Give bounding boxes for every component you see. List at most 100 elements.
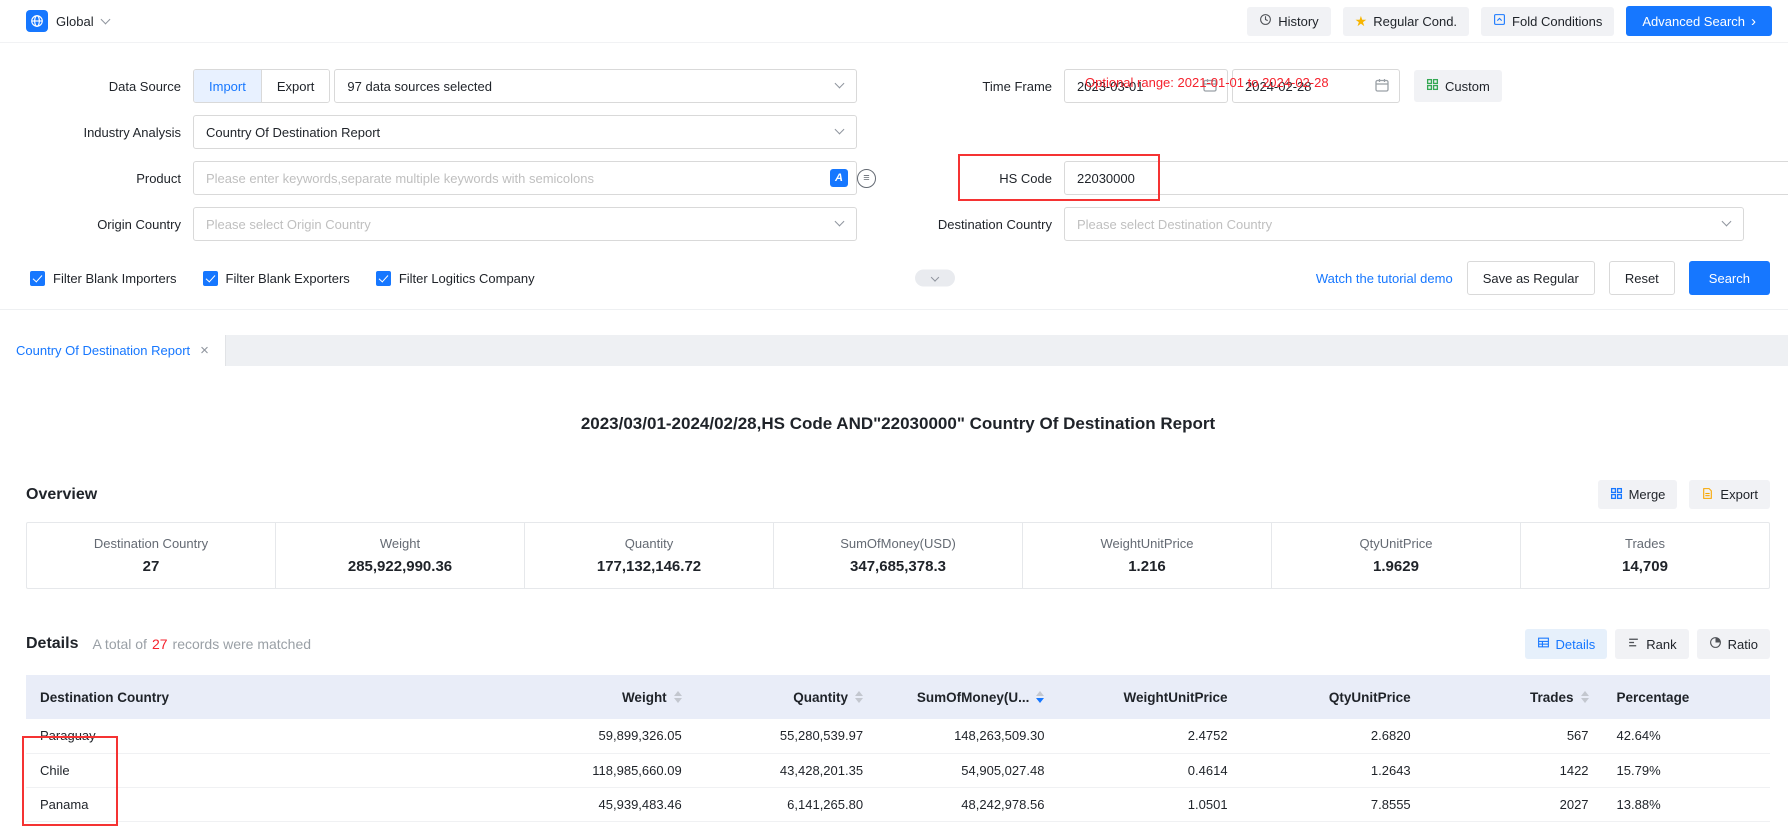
sort-icon[interactable] bbox=[855, 691, 863, 703]
table-icon bbox=[1537, 636, 1550, 652]
col-header-weight[interactable]: Weight bbox=[514, 675, 695, 719]
top-toolbar: Global History ★ Regular Cond. Fold Cond… bbox=[0, 0, 1788, 43]
sort-icon[interactable] bbox=[1581, 691, 1589, 703]
filter-blank-exporters-label: Filter Blank Exporters bbox=[226, 271, 350, 286]
fold-conditions-label: Fold Conditions bbox=[1512, 14, 1602, 29]
reset-button[interactable]: Reset bbox=[1609, 261, 1675, 295]
checkbox-checked-icon bbox=[30, 271, 45, 286]
hs-code-label: HS Code bbox=[999, 171, 1052, 186]
report-title: 2023/03/01-2024/02/28,HS Code AND"220300… bbox=[26, 414, 1770, 434]
col-header-trades[interactable]: Trades bbox=[1425, 675, 1603, 719]
origin-country-label: Origin Country bbox=[26, 217, 181, 232]
export-button[interactable]: Export bbox=[1689, 480, 1770, 509]
tab-country-of-destination-report[interactable]: Country Of Destination Report × bbox=[0, 335, 226, 366]
product-input[interactable] bbox=[193, 161, 857, 195]
filter-blank-exporters-checkbox[interactable]: Filter Blank Exporters bbox=[203, 271, 350, 286]
export-file-icon bbox=[1701, 487, 1714, 503]
chevron-down-icon bbox=[835, 217, 845, 227]
filters-row: Filter Blank Importers Filter Blank Expo… bbox=[26, 261, 1770, 295]
import-tab[interactable]: Import bbox=[194, 70, 261, 102]
table-row[interactable]: Chile 118,985,660.09 43,428,201.35 54,90… bbox=[26, 753, 1770, 787]
destination-country-select[interactable]: Please select Destination Country bbox=[1064, 207, 1744, 241]
industry-analysis-select[interactable]: Country Of Destination Report bbox=[193, 115, 857, 149]
view-rank-button[interactable]: Rank bbox=[1615, 629, 1688, 659]
filter-logistics-company-checkbox[interactable]: Filter Logitics Company bbox=[376, 271, 535, 286]
region-switcher[interactable]: Global bbox=[26, 10, 109, 32]
stat-weight-unit-price: WeightUnitPrice 1.216 bbox=[1022, 523, 1271, 588]
tab-label: Country Of Destination Report bbox=[16, 343, 190, 358]
col-header-weight-unit-price: WeightUnitPrice bbox=[1058, 675, 1241, 719]
cell-weight: 45,939,483.46 bbox=[514, 787, 695, 821]
match-mode-icon[interactable]: ≡ bbox=[857, 169, 876, 188]
col-header-sum-of-money[interactable]: SumOfMoney(U... bbox=[877, 675, 1058, 719]
origin-country-select[interactable]: Please select Origin Country bbox=[193, 207, 857, 241]
cell-weight: 118,985,660.09 bbox=[514, 753, 695, 787]
chevron-down-icon bbox=[1722, 217, 1732, 227]
destination-country-label: Destination Country bbox=[857, 217, 1052, 232]
hs-code-input[interactable] bbox=[1064, 161, 1788, 195]
fold-conditions-button[interactable]: Fold Conditions bbox=[1481, 7, 1614, 36]
stat-trades: Trades 14,709 bbox=[1520, 523, 1769, 588]
view-rank-label: Rank bbox=[1646, 637, 1676, 652]
translate-icon[interactable]: A bbox=[830, 169, 848, 187]
time-frame-label: Time Frame bbox=[857, 79, 1052, 94]
checkbox-checked-icon bbox=[203, 271, 218, 286]
filter-blank-importers-checkbox[interactable]: Filter Blank Importers bbox=[30, 271, 177, 286]
cell-sum-of-money: 148,263,509.30 bbox=[877, 719, 1058, 753]
cell-country: Panama bbox=[26, 787, 514, 821]
cell-weight-unit-price: 1.0501 bbox=[1058, 787, 1241, 821]
custom-range-button[interactable]: Custom bbox=[1414, 70, 1502, 102]
topbar-actions: History ★ Regular Cond. Fold Conditions … bbox=[1247, 6, 1772, 36]
merge-label: Merge bbox=[1629, 487, 1666, 502]
search-button[interactable]: Search bbox=[1689, 261, 1770, 295]
product-label: Product bbox=[26, 171, 181, 186]
table-header-row: Destination Country Weight Quantity SumO… bbox=[26, 675, 1770, 719]
cell-percentage: 15.79% bbox=[1603, 753, 1770, 787]
regular-cond-button[interactable]: ★ Regular Cond. bbox=[1343, 7, 1469, 36]
col-header-destination-country: Destination Country bbox=[26, 675, 514, 719]
country-row: Origin Country Please select Origin Coun… bbox=[26, 207, 1770, 241]
chevron-right-icon: › bbox=[1751, 14, 1756, 29]
cell-weight: 59,899,326.05 bbox=[514, 719, 695, 753]
stat-destination-country: Destination Country 27 bbox=[27, 523, 275, 588]
sort-icon[interactable] bbox=[674, 691, 682, 703]
view-details-button[interactable]: Details bbox=[1525, 629, 1608, 659]
custom-label: Custom bbox=[1445, 79, 1490, 94]
close-icon[interactable]: × bbox=[200, 343, 209, 358]
star-icon: ★ bbox=[1355, 14, 1368, 28]
globe-icon bbox=[26, 10, 48, 32]
history-button[interactable]: History bbox=[1247, 7, 1330, 36]
collapse-form-button[interactable] bbox=[915, 270, 955, 287]
col-header-percentage: Percentage bbox=[1603, 675, 1770, 719]
sort-icon[interactable] bbox=[1036, 691, 1044, 703]
fold-icon bbox=[1493, 13, 1506, 29]
cell-quantity: 43,428,201.35 bbox=[696, 753, 877, 787]
cell-percentage: 13.88% bbox=[1603, 787, 1770, 821]
chevron-down-icon bbox=[835, 79, 845, 89]
report-tab-bar: Country Of Destination Report × bbox=[0, 335, 1788, 366]
save-as-regular-button[interactable]: Save as Regular bbox=[1467, 261, 1595, 295]
cell-qty-unit-price: 1.2643 bbox=[1242, 753, 1425, 787]
overview-stats-card: Destination Country 27 Weight 285,922,99… bbox=[26, 522, 1770, 589]
col-header-quantity[interactable]: Quantity bbox=[696, 675, 877, 719]
merge-button[interactable]: Merge bbox=[1598, 480, 1678, 509]
data-source-value: 97 data sources selected bbox=[347, 79, 492, 94]
view-ratio-button[interactable]: Ratio bbox=[1697, 629, 1770, 659]
cell-percentage: 42.64% bbox=[1603, 719, 1770, 753]
export-tab[interactable]: Export bbox=[261, 70, 330, 102]
grid-icon bbox=[1426, 78, 1439, 94]
region-label: Global bbox=[56, 14, 94, 29]
cell-quantity: 6,141,265.80 bbox=[696, 787, 877, 821]
tutorial-link[interactable]: Watch the tutorial demo bbox=[1316, 271, 1453, 286]
view-ratio-label: Ratio bbox=[1728, 637, 1758, 652]
origin-country-placeholder: Please select Origin Country bbox=[206, 217, 371, 232]
industry-analysis-row: Industry Analysis Country Of Destination… bbox=[26, 115, 1770, 149]
table-row[interactable]: Panama 45,939,483.46 6,141,265.80 48,242… bbox=[26, 787, 1770, 821]
table-row[interactable]: Paraguay 59,899,326.05 55,280,539.97 148… bbox=[26, 719, 1770, 753]
history-icon bbox=[1259, 13, 1272, 29]
rank-icon bbox=[1627, 636, 1640, 652]
data-source-select[interactable]: 97 data sources selected bbox=[334, 69, 857, 103]
match-summary: A total of27records were matched bbox=[92, 636, 311, 652]
export-label: Export bbox=[1720, 487, 1758, 502]
advanced-search-button[interactable]: Advanced Search › bbox=[1626, 6, 1772, 36]
